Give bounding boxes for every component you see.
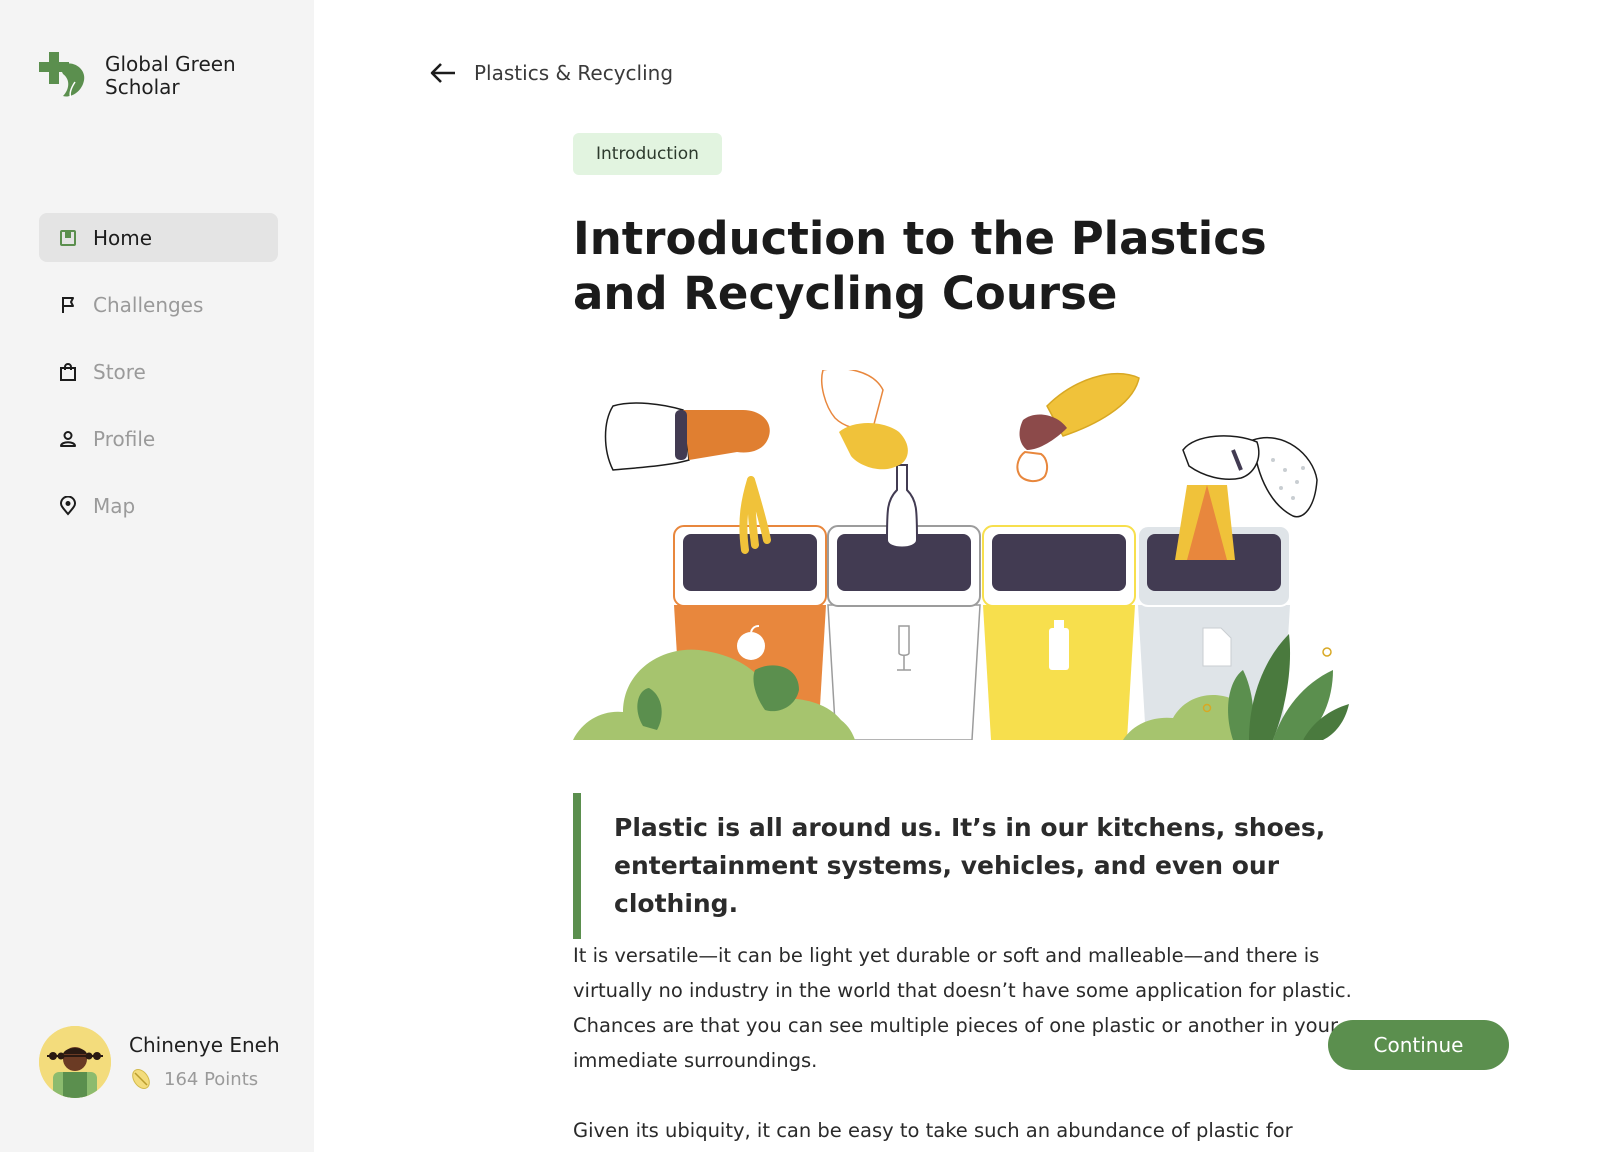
recycling-bins-illustration xyxy=(573,367,1365,741)
brand-name: Global Green Scholar xyxy=(105,52,236,99)
map-pin-icon xyxy=(58,495,78,516)
brand-logo[interactable]: Global Green Scholar xyxy=(39,52,245,100)
leaf-coin-icon xyxy=(132,1069,150,1089)
points-row: 164 Points xyxy=(129,1067,280,1091)
sidebar-item-store[interactable]: Store xyxy=(39,347,278,396)
shopping-bag-icon xyxy=(58,362,78,382)
points-value: 164 Points xyxy=(164,1068,259,1090)
sidebar: Global Green Scholar Home Challenges Sto… xyxy=(0,0,314,1152)
sidebar-item-profile[interactable]: Profile xyxy=(39,414,278,463)
breadcrumb: Plastics & Recycling xyxy=(474,61,674,85)
sidebar-item-label: Profile xyxy=(93,426,156,451)
flag-icon xyxy=(58,295,78,315)
logo-icon xyxy=(39,52,85,99)
avatar xyxy=(39,1026,111,1098)
sidebar-item-home[interactable]: Home xyxy=(39,213,278,262)
lesson-paragraph: It is versatile—it can be light yet dura… xyxy=(573,944,1352,1072)
user-profile-card[interactable]: Chinenye Eneh 164 Points xyxy=(39,1026,280,1098)
lesson-quote: Plastic is all around us. It’s in our ki… xyxy=(573,793,1353,939)
sidebar-item-label: Map xyxy=(93,493,136,518)
person-icon xyxy=(58,429,78,449)
sidebar-item-label: Store xyxy=(93,359,146,384)
home-icon xyxy=(58,228,78,248)
sidebar-item-label: Challenges xyxy=(93,292,204,317)
lesson-paragraph: Given its ubiquity, it can be easy to ta… xyxy=(573,1119,1293,1142)
sidebar-item-challenges[interactable]: Challenges xyxy=(39,280,278,329)
back-link[interactable]: Plastics & Recycling xyxy=(428,58,673,88)
user-name: Chinenye Eneh xyxy=(129,1033,280,1057)
user-info: Chinenye Eneh 164 Points xyxy=(129,1033,280,1091)
continue-button[interactable]: Continue xyxy=(1328,1020,1509,1070)
quote-text: Plastic is all around us. It’s in our ki… xyxy=(614,813,1326,918)
sidebar-nav: Home Challenges Store Profile Map xyxy=(39,213,278,548)
sidebar-item-map[interactable]: Map xyxy=(39,481,278,530)
arrow-left-icon xyxy=(430,63,455,83)
section-badge: Introduction xyxy=(573,133,722,175)
sidebar-item-label: Home xyxy=(93,225,153,250)
page-title: Introduction to the Plastics and Recycli… xyxy=(573,212,1267,320)
